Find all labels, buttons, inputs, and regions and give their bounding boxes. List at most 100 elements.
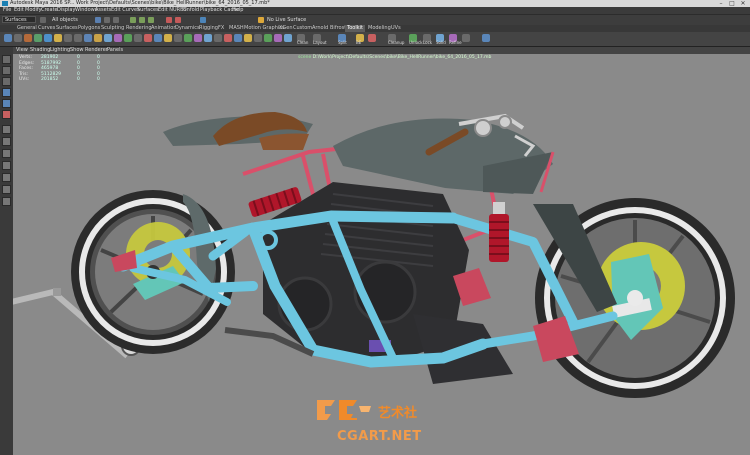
lasso-tool-icon[interactable] [2, 66, 11, 75]
shelf-uv-editor-icon[interactable] [274, 34, 282, 42]
snap-curve-icon[interactable] [139, 17, 145, 23]
shelf-label-unlock: Unlock [409, 40, 423, 45]
menu-unfold[interactable]: Unfold [183, 7, 199, 14]
live-surface-icon[interactable] [258, 17, 264, 23]
shelf-label-solid: Solid [436, 40, 446, 45]
ipr-render-icon[interactable] [175, 17, 181, 23]
window-title-bar: Autodesk Maya 2016 SP... Work Project\De… [0, 0, 750, 7]
rotate-tool-icon[interactable] [2, 99, 11, 108]
menu-edit-curves[interactable]: Edit Curves [111, 7, 140, 14]
menu-create[interactable]: Create [41, 7, 58, 14]
main-menu-bar: File Edit Modify Create Display Windows … [0, 7, 750, 15]
shelf-scale-icon[interactable] [54, 34, 62, 42]
select-hierarchy-icon[interactable] [95, 17, 101, 23]
viewport-menu-panels[interactable]: Panels [107, 47, 123, 54]
minimize-icon[interactable]: – [716, 0, 726, 7]
shelf-cylinder-icon[interactable] [84, 34, 92, 42]
open-scene-icon[interactable] [40, 17, 46, 23]
menu-surfaces[interactable]: Surfaces [137, 7, 159, 14]
tab-sculpting[interactable]: Sculpting [99, 25, 126, 32]
shelf-freeze-icon[interactable] [234, 34, 242, 42]
maximize-icon[interactable]: □ [727, 0, 737, 7]
shelf-boolean-icon[interactable] [194, 34, 202, 42]
uv-layout-icon[interactable] [2, 197, 11, 206]
select-object-icon[interactable] [104, 17, 110, 23]
menu-display[interactable]: Display [57, 7, 75, 14]
shelf-script-editor-icon[interactable] [284, 34, 292, 42]
shelf-sphere-icon[interactable] [64, 34, 72, 42]
single-perspective-layout-icon[interactable] [2, 125, 11, 134]
cgart-watermark: 艺术社 CGART.NET [313, 392, 463, 452]
shelf-smooth-icon[interactable] [174, 34, 182, 42]
shelf-torus-icon[interactable] [104, 34, 112, 42]
shelf-delete-history-icon[interactable] [224, 34, 232, 42]
persp-graph-layout-icon[interactable] [2, 161, 11, 170]
menu-assets[interactable]: Assets [95, 7, 111, 14]
shelf-extra-icon[interactable] [462, 34, 470, 42]
perspective-viewport[interactable]: Verts: 281902 0 0 Edges: 5187992 0 0 Fac… [13, 54, 750, 455]
menu-windows[interactable]: Windows [75, 7, 97, 14]
tab-uvs[interactable]: UVs [389, 25, 403, 32]
shelf-bridge-icon[interactable] [154, 34, 162, 42]
tool-box [0, 47, 13, 455]
viewport-menu-shading[interactable]: Shading [30, 47, 50, 54]
front-shock [489, 202, 509, 262]
shelf-merge-icon[interactable] [214, 34, 222, 42]
four-view-layout-icon[interactable] [2, 137, 11, 146]
fuel-tank [333, 118, 555, 194]
shelf-label-cleanup: Cleanup [388, 40, 405, 45]
shelf-fill-hole-icon[interactable] [164, 34, 172, 42]
menu-help[interactable]: Help [232, 7, 243, 14]
outliner-layout-icon[interactable] [2, 185, 11, 194]
shelf-center-pivot-icon[interactable] [244, 34, 252, 42]
shelf-red-icon[interactable] [368, 34, 376, 42]
shelf-label-be: BE [356, 40, 362, 45]
menu-file[interactable]: File [3, 7, 11, 14]
shelf-lasso-icon[interactable] [14, 34, 22, 42]
shelf-paint-icon[interactable] [24, 34, 32, 42]
shelf-separate-icon[interactable] [124, 34, 132, 42]
shelf-plane-icon[interactable] [94, 34, 102, 42]
viewport-menu-view[interactable]: View [16, 47, 28, 54]
snap-point-icon[interactable] [148, 17, 154, 23]
shelf-cube-icon[interactable] [74, 34, 82, 42]
shelf-outliner-icon[interactable] [254, 34, 262, 42]
shelf-move-icon[interactable] [34, 34, 42, 42]
close-icon[interactable]: ✕ [738, 0, 748, 7]
shelf-hypershade-icon[interactable] [264, 34, 272, 42]
render-icon[interactable] [166, 17, 172, 23]
viewport-menu-lighting[interactable]: Lighting [50, 47, 70, 54]
hypershade-layout-icon[interactable] [2, 173, 11, 182]
shelf-label-layout: Layout [313, 40, 327, 45]
shelf-select-icon[interactable] [4, 34, 12, 42]
shelf-mirror-icon[interactable] [184, 34, 192, 42]
shelf-combine-icon[interactable] [114, 34, 122, 42]
paint-select-tool-icon[interactable] [2, 77, 11, 86]
shelf-label-split: Split [338, 40, 347, 45]
shelf-extra2-icon[interactable] [482, 34, 490, 42]
shelf-rotate-icon[interactable] [44, 34, 52, 42]
shelf-bevel-icon[interactable] [144, 34, 152, 42]
menu-set-selector[interactable]: Surfaces [2, 16, 36, 23]
cgart-logo-icon [317, 400, 371, 420]
move-tool-icon[interactable] [2, 88, 11, 97]
live-surface-label: No Live Surface [267, 17, 307, 23]
tab-toolkit[interactable]: Toolkit [345, 25, 365, 32]
viewport-menu-renderer[interactable]: Renderer [85, 47, 108, 54]
persp-outliner-layout-icon[interactable] [2, 149, 11, 158]
shelf-label-clean: Clean [297, 40, 309, 45]
scale-tool-icon[interactable] [2, 110, 11, 119]
viewport-menu-show[interactable]: Show [70, 47, 84, 54]
maya-app-icon [2, 1, 8, 6]
tab-fx[interactable]: FX [216, 25, 226, 32]
object-field[interactable]: All objects [52, 17, 78, 23]
menu-modify[interactable]: Modify [25, 7, 42, 14]
shelf-reduce-icon[interactable] [204, 34, 212, 42]
render-settings-icon[interactable] [200, 17, 206, 23]
select-tool-icon[interactable] [2, 55, 11, 64]
menu-edit[interactable]: Edit [14, 7, 24, 14]
shelf-extrude-icon[interactable] [134, 34, 142, 42]
watermark-cn-text: 艺术社 [378, 406, 418, 421]
select-component-icon[interactable] [113, 17, 119, 23]
snap-grid-icon[interactable] [130, 17, 136, 23]
